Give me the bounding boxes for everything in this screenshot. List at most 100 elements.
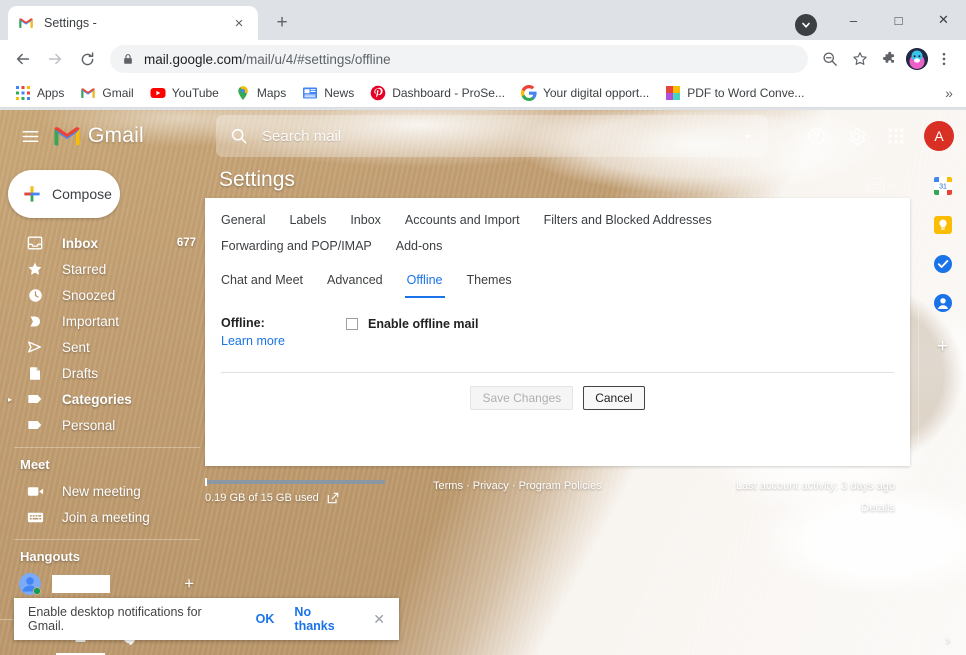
- bookmark-apps[interactable]: Apps: [8, 82, 71, 104]
- google-contacts-icon[interactable]: [933, 293, 953, 313]
- star-icon[interactable]: [846, 45, 874, 73]
- gmail-logo-text: Gmail: [88, 124, 144, 148]
- bookmark-youtube[interactable]: YouTube: [143, 82, 226, 104]
- gmail-logo[interactable]: Gmail: [52, 121, 202, 151]
- label-tag-icon: [26, 418, 44, 432]
- chrome-menu-icon[interactable]: [930, 45, 958, 73]
- keyboard-icon: [26, 511, 44, 524]
- tab-chat-and-meet[interactable]: Chat and Meet: [221, 272, 303, 298]
- browser-tab[interactable]: Settings - ×: [8, 6, 258, 40]
- toast-ok-button[interactable]: OK: [256, 612, 275, 626]
- sidebar-item-starred[interactable]: Starred: [0, 256, 210, 282]
- sidebar: Compose Inbox 677 Starred: [0, 162, 210, 655]
- google-calendar-icon[interactable]: 31: [933, 176, 953, 196]
- hangouts-add-button[interactable]: +: [184, 574, 194, 594]
- chevron-down-icon[interactable]: [795, 14, 817, 36]
- new-tab-button[interactable]: +: [268, 9, 296, 37]
- google-news-icon: [302, 85, 318, 101]
- bookmark-dashboard[interactable]: Dashboard - ProSe...: [363, 82, 512, 104]
- tab-advanced[interactable]: Advanced: [327, 272, 383, 298]
- tab-inbox[interactable]: Inbox: [350, 212, 381, 238]
- gmail-app: Gmail Search mail: [0, 110, 966, 655]
- bookmark-your-digital-opportunity[interactable]: Your digital opport...: [514, 82, 656, 104]
- save-changes-button[interactable]: Save Changes: [470, 386, 573, 410]
- sidebar-item-important[interactable]: Important: [0, 308, 210, 334]
- help-icon[interactable]: [798, 118, 834, 154]
- tab-labels[interactable]: Labels: [289, 212, 326, 238]
- clock-icon: [26, 288, 44, 303]
- sidebar-item-personal[interactable]: Personal: [0, 412, 210, 438]
- sidebar-item-label: Personal: [62, 418, 210, 433]
- sidebar-item-join-meeting[interactable]: Join a meeting: [0, 504, 210, 530]
- hangouts-status-row[interactable]: +: [0, 572, 210, 596]
- back-icon[interactable]: [8, 44, 38, 74]
- add-side-panel-app-button[interactable]: +: [937, 336, 948, 358]
- hamburger-menu-icon[interactable]: [12, 118, 48, 154]
- maximize-button[interactable]: □: [876, 0, 921, 40]
- minimize-button[interactable]: –: [831, 0, 876, 40]
- settings-actions: Save Changes Cancel: [221, 373, 894, 410]
- tab-accounts-and-import[interactable]: Accounts and Import: [405, 212, 520, 238]
- sidebar-item-label: Drafts: [62, 366, 210, 381]
- tab-forwarding-and-pop-imap[interactable]: Forwarding and POP/IMAP: [221, 238, 372, 264]
- program-policies-link[interactable]: Program Policies: [519, 480, 602, 492]
- details-link[interactable]: Details: [736, 502, 895, 514]
- sidebar-item-label: Inbox: [62, 236, 159, 251]
- address-bar[interactable]: mail.google.com/mail/u/4/#settings/offli…: [110, 45, 808, 73]
- google-tasks-icon[interactable]: [933, 254, 953, 274]
- tab-add-ons[interactable]: Add-ons: [396, 238, 443, 264]
- sidebar-item-new-meeting[interactable]: New meeting: [0, 478, 210, 504]
- enable-offline-mail-row[interactable]: Enable offline mail: [346, 316, 478, 331]
- close-window-button[interactable]: ✕: [921, 0, 966, 40]
- chevron-down-icon[interactable]: [741, 130, 754, 143]
- tab-offline[interactable]: Offline: [407, 272, 443, 298]
- notification-toast: Enable desktop notifications for Gmail. …: [14, 598, 399, 640]
- open-in-new-icon[interactable]: [327, 492, 339, 504]
- sidebar-item-categories[interactable]: ▸ Categories: [0, 386, 210, 412]
- terms-link[interactable]: Terms: [433, 480, 463, 492]
- compose-button[interactable]: Compose: [8, 170, 120, 218]
- bookmark-gmail[interactable]: Gmail: [73, 82, 140, 104]
- profile-avatar[interactable]: [906, 48, 928, 70]
- cancel-button[interactable]: Cancel: [583, 386, 644, 410]
- enable-offline-mail-checkbox[interactable]: [346, 318, 358, 330]
- privacy-link[interactable]: Privacy: [473, 480, 509, 492]
- sidebar-item-inbox[interactable]: Inbox 677: [0, 230, 210, 256]
- toast-no-thanks-button[interactable]: No thanks: [294, 605, 353, 633]
- extensions-icon[interactable]: [876, 45, 904, 73]
- bookmark-news[interactable]: News: [295, 82, 361, 104]
- learn-more-link[interactable]: Learn more: [221, 334, 285, 348]
- bookmark-pdf-to-word[interactable]: PDF to Word Conve...: [658, 82, 811, 104]
- important-marker-icon: [26, 314, 44, 329]
- reload-icon[interactable]: [72, 44, 102, 74]
- sidebar-item-label: Sent: [62, 340, 210, 355]
- avatar[interactable]: A: [924, 121, 954, 151]
- inbox-unread-count: 677: [177, 237, 210, 249]
- tab-title: Settings -: [44, 16, 230, 30]
- sidebar-item-snoozed[interactable]: Snoozed: [0, 282, 210, 308]
- settings-gear-icon[interactable]: [838, 118, 874, 154]
- tab-filters-and-blocked-addresses[interactable]: Filters and Blocked Addresses: [544, 212, 712, 238]
- bookmarks-overflow-button[interactable]: »: [938, 82, 960, 104]
- gmail-icon: [52, 121, 82, 151]
- sidebar-item-sent[interactable]: Sent: [0, 334, 210, 360]
- zoom-out-icon[interactable]: [816, 45, 844, 73]
- search-icon: [230, 127, 248, 145]
- chevron-right-icon[interactable]: ▸: [8, 395, 12, 404]
- display-density-icon[interactable]: [866, 178, 896, 192]
- close-icon[interactable]: ×: [230, 14, 248, 32]
- forward-icon[interactable]: [40, 44, 70, 74]
- google-apps-icon[interactable]: [878, 118, 914, 154]
- google-keep-icon[interactable]: [933, 215, 953, 235]
- youtube-icon: [150, 85, 166, 101]
- tab-themes[interactable]: Themes: [467, 272, 512, 298]
- settings-tabs-row-1: General Labels Inbox Accounts and Import…: [221, 212, 894, 264]
- browser-toolbar: mail.google.com/mail/u/4/#settings/offli…: [0, 40, 966, 78]
- search-input[interactable]: Search mail: [216, 115, 768, 157]
- page-title: Settings: [219, 168, 295, 192]
- bookmark-maps[interactable]: Maps: [228, 82, 293, 104]
- close-icon[interactable]: ✕: [373, 611, 385, 628]
- sidebar-item-drafts[interactable]: Drafts: [0, 360, 210, 386]
- last-account-activity-text: Last account activity: 3 days ago: [736, 480, 895, 492]
- tab-general[interactable]: General: [221, 212, 265, 238]
